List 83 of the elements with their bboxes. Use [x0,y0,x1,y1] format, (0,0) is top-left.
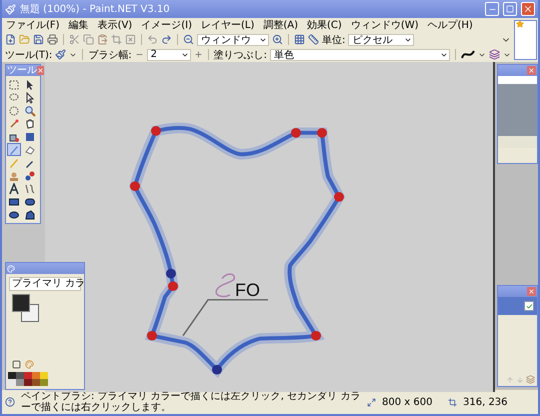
maximize-icon [506,5,514,13]
menu-item[interactable]: レイヤー(L) [200,18,254,32]
tool-button[interactable] [7,182,21,195]
menu-item[interactable]: 編集 [68,18,89,32]
close-icon [528,67,535,74]
menu-item[interactable]: 効果(C) [307,18,342,32]
zoom-in-icon[interactable] [272,34,283,45]
size-icon [367,398,376,406]
close-icon [523,4,533,14]
tool-button[interactable] [7,104,21,117]
units-label: 単位: [322,34,346,46]
brush-width-label: ブラシ幅: [88,48,132,62]
pencil-icon [8,156,20,168]
brush-icon[interactable] [55,49,66,60]
lasso-icon [8,92,20,104]
units-dropdown[interactable]: ピクセル [348,34,414,46]
cursor-position: 316, 236 [463,396,508,408]
close-button[interactable] [527,287,536,296]
rectangle-icon [8,196,20,208]
menu-item[interactable]: ヘルプ(H) [428,18,473,32]
brush-width-field[interactable]: 2 [146,48,191,60]
zoom-icon [24,104,36,116]
grid-icon[interactable] [294,34,305,45]
image-size: 800 x 600 [382,396,434,408]
palette-icon[interactable] [25,360,34,369]
star-icon [516,20,524,28]
new-file-icon[interactable] [5,34,16,45]
print-icon[interactable] [47,34,58,45]
gradient-icon [24,130,36,142]
plus-icon[interactable] [194,50,203,59]
ellipse-icon [8,208,20,220]
freeform-icon [24,208,36,220]
panel-title: ツール [7,65,37,76]
app-icon [5,4,16,14]
menu-item[interactable]: ファイル(F) [6,18,60,32]
tool-label: ツール(T): [5,48,52,62]
rounded-rectangle-icon [24,196,36,208]
tool-button[interactable] [7,78,21,91]
ellipse-selection-icon [8,104,20,116]
brush-icon [8,144,20,156]
fill-label: 塗りつぶし: [214,48,268,62]
close-button[interactable] [521,2,535,16]
scribble-icon [216,273,235,298]
image-thumbnail[interactable] [514,20,537,60]
close-icon [37,67,44,74]
letter-icon [8,182,20,194]
dots-icon [24,170,36,182]
window-title: 無題 (100%) - Paint.NET V3.10 [20,3,171,16]
zoom-out-icon[interactable] [183,34,194,45]
redo-icon[interactable] [161,34,172,45]
save-icon[interactable] [33,34,44,45]
close-button[interactable] [527,66,536,75]
close-icon [528,288,535,295]
tool-button[interactable] [23,169,37,182]
minimize-button[interactable] [485,2,499,16]
pointer-icon [24,78,36,90]
menu-item[interactable]: イメージ(I) [141,18,192,32]
history-list-area [498,84,537,136]
layer-row[interactable] [498,297,537,315]
menu-item[interactable]: ウィンドウ(W) [350,18,419,32]
eraser-icon [24,144,36,156]
paste-icon[interactable] [97,34,108,45]
visibility-checkbox[interactable] [524,301,534,311]
stamp-icon [8,170,20,182]
wand-icon [8,118,20,130]
ruler-icon[interactable] [308,34,319,45]
maximize-button[interactable] [503,2,517,16]
curve-icon [24,182,36,194]
color-mode-dropdown[interactable]: プライマリ カラ [9,277,81,291]
fill-dropdown[interactable]: 単色 [270,48,450,60]
primary-color-swatch[interactable] [12,294,30,312]
tool-button[interactable] [23,182,37,195]
palette-icon [7,264,15,272]
menu-item[interactable]: 表示(V) [98,18,132,32]
curve-icon[interactable] [461,49,476,60]
selection-icon [8,78,20,90]
tool-button[interactable] [23,208,37,221]
help-icon [5,397,15,407]
close-button[interactable] [37,66,44,75]
menu-item[interactable]: 調整(A) [263,18,298,32]
zoom-dropdown[interactable]: ウィンドウ [197,34,269,46]
canvas-label: FO [235,280,260,301]
pointer-icon [24,92,36,104]
